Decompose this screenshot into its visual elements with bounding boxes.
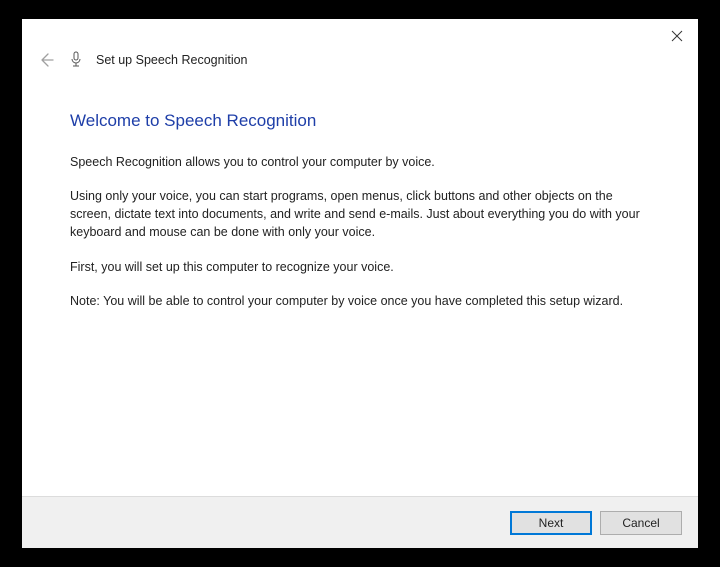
intro-paragraph-4: Note: You will be able to control your c… <box>70 292 650 310</box>
titlebar <box>22 19 698 53</box>
next-button[interactable]: Next <box>510 511 592 535</box>
content-area: Welcome to Speech Recognition Speech Rec… <box>22 81 698 496</box>
wizard-window: Set up Speech Recognition Welcome to Spe… <box>22 19 698 548</box>
intro-paragraph-1: Speech Recognition allows you to control… <box>70 153 650 171</box>
close-button[interactable] <box>666 25 688 47</box>
wizard-title: Set up Speech Recognition <box>96 53 248 67</box>
cancel-button[interactable]: Cancel <box>600 511 682 535</box>
close-icon <box>671 30 683 42</box>
back-arrow-icon <box>38 52 54 68</box>
intro-paragraph-2: Using only your voice, you can start pro… <box>70 187 650 241</box>
header-row: Set up Speech Recognition <box>22 53 698 81</box>
microphone-icon <box>68 50 84 70</box>
back-button[interactable] <box>36 50 56 70</box>
page-heading: Welcome to Speech Recognition <box>70 111 650 131</box>
intro-paragraph-3: First, you will set up this computer to … <box>70 258 650 276</box>
footer-bar: Next Cancel <box>22 496 698 548</box>
